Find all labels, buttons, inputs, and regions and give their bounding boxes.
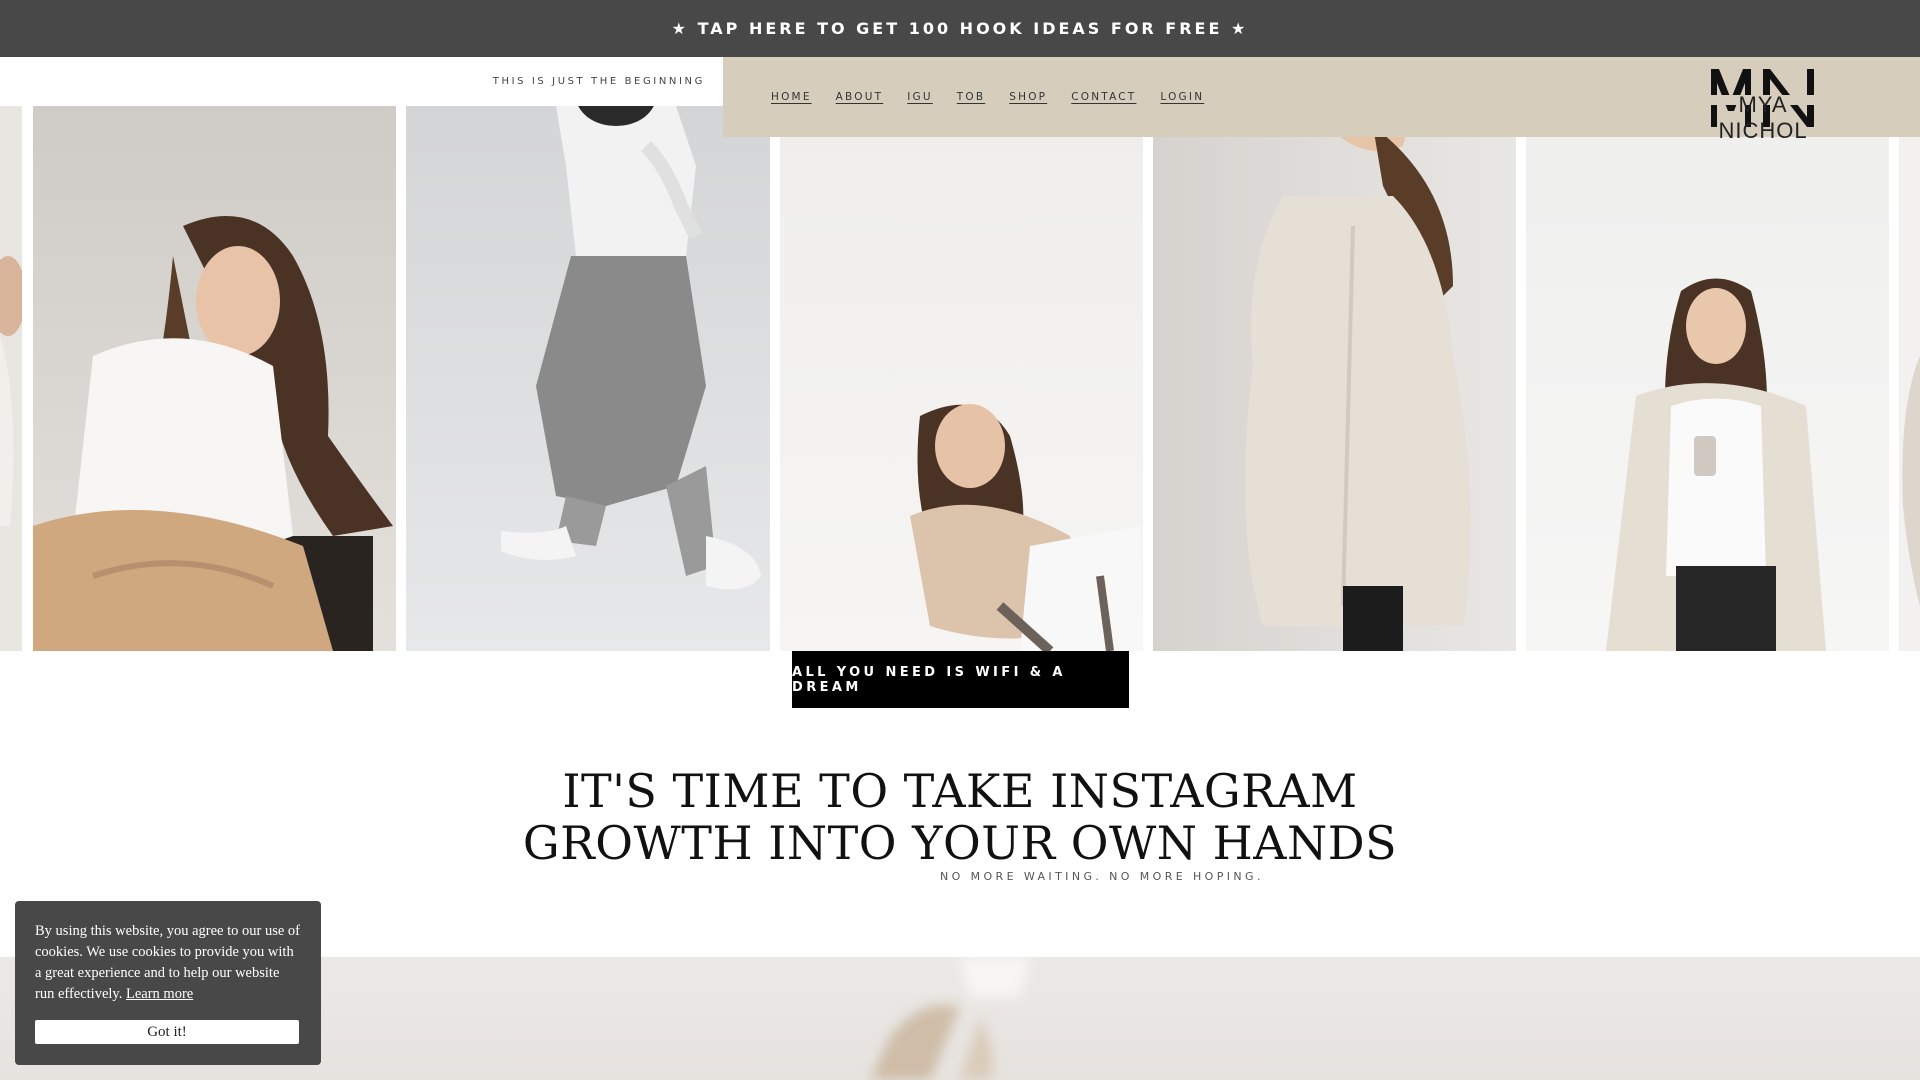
- tagline-strip: THIS IS JUST THE BEGINNING: [0, 57, 723, 106]
- nav-shop[interactable]: SHOP: [1009, 91, 1047, 103]
- cookie-message: By using this website, you agree to our …: [35, 921, 301, 1005]
- cookie-accept-button[interactable]: Got it!: [35, 1020, 299, 1044]
- nav-igu[interactable]: IGU: [907, 91, 933, 103]
- gallery-photo: [33, 106, 396, 651]
- nav-home[interactable]: HOME: [771, 91, 812, 103]
- main-navbar: HOME ABOUT IGU TOB SHOP CONTACT LOGIN MY…: [723, 57, 1920, 143]
- gallery-photo: [1899, 106, 1920, 651]
- logo[interactable]: MYA NICHOL: [1693, 65, 1833, 143]
- tagline-text: THIS IS JUST THE BEGINNING: [492, 76, 705, 87]
- gallery-photo: [406, 106, 770, 651]
- logo-name: MYA NICHOL: [1718, 92, 1808, 143]
- gallery-photo: [1526, 106, 1889, 651]
- cookie-banner: By using this website, you agree to our …: [15, 901, 321, 1065]
- wifi-dream-label: ALL YOU NEED IS WIFI & A DREAM: [792, 664, 1066, 695]
- gallery-photo: [1153, 106, 1516, 651]
- hero-headline: IT'S TIME TO TAKE INSTAGRAM GROWTH INTO …: [0, 765, 1920, 869]
- announcement-bar[interactable]: ★ TAP HERE TO GET 100 HOOK IDEAS FOR FRE…: [0, 0, 1920, 57]
- photo-gallery: [0, 106, 1920, 651]
- gallery-photo: [0, 106, 22, 651]
- nav-tob[interactable]: TOB: [957, 91, 985, 103]
- wifi-dream-button[interactable]: ALL YOU NEED IS WIFI & A DREAM: [792, 651, 1129, 708]
- nav-contact[interactable]: CONTACT: [1071, 91, 1136, 103]
- cookie-learn-more-link[interactable]: Learn more: [126, 986, 193, 1002]
- headline-line-1: IT'S TIME TO TAKE INSTAGRAM: [562, 764, 1358, 818]
- hero-subline: NO MORE WAITING. NO MORE HOPING.: [940, 870, 1264, 883]
- nav-login[interactable]: LOGIN: [1160, 91, 1204, 103]
- nav-links: HOME ABOUT IGU TOB SHOP CONTACT LOGIN: [771, 57, 1204, 137]
- announcement-text[interactable]: ★ TAP HERE TO GET 100 HOOK IDEAS FOR FRE…: [672, 19, 1249, 38]
- nav-about[interactable]: ABOUT: [836, 91, 884, 103]
- gallery-photo: [780, 106, 1143, 651]
- headline-line-2: GROWTH INTO YOUR OWN HANDS: [522, 816, 1398, 870]
